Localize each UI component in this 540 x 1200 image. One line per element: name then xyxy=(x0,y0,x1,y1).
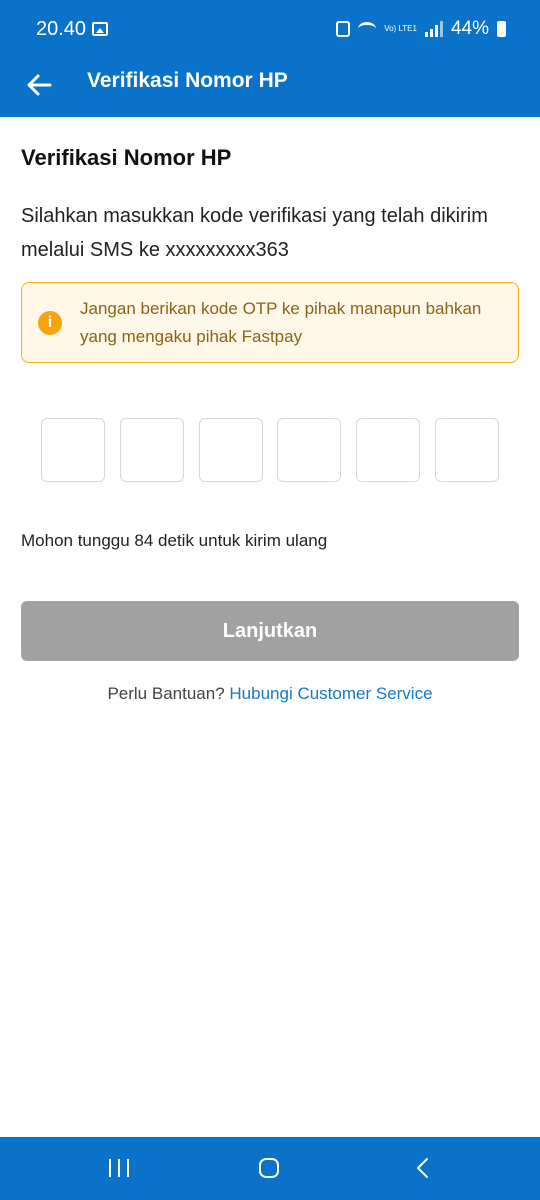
status-bar: 20.40 Vo) LTE1 44% xyxy=(0,0,540,58)
info-icon: i xyxy=(38,311,62,335)
volte-icon: Vo) LTE1 xyxy=(384,24,417,33)
battery-icon xyxy=(497,21,506,37)
app-bar-title: Verifikasi Nomor HP xyxy=(87,69,288,92)
continue-button[interactable]: Lanjutkan xyxy=(21,601,519,661)
help-prefix: Perlu Bantuan? xyxy=(107,684,225,703)
resend-countdown: Mohon tunggu 84 detik untuk kirim ulang xyxy=(21,531,328,550)
arrow-left-icon[interactable] xyxy=(24,70,54,100)
otp-digit-3[interactable] xyxy=(199,418,263,482)
system-nav-bar xyxy=(0,1137,540,1200)
otp-digit-4[interactable] xyxy=(277,418,341,482)
status-icons: Vo) LTE1 44% xyxy=(336,18,506,40)
page-title: Verifikasi Nomor HP xyxy=(21,145,232,170)
status-time: 20.40 xyxy=(36,18,87,40)
gallery-icon xyxy=(92,22,108,36)
otp-digit-6[interactable] xyxy=(435,418,499,482)
otp-warning-text: Jangan berikan kode OTP ke pihak manapun… xyxy=(80,299,482,346)
wifi-icon xyxy=(358,22,377,36)
otp-input-row xyxy=(41,418,499,482)
otp-digit-1[interactable] xyxy=(41,418,105,482)
otp-digit-5[interactable] xyxy=(356,418,420,482)
signal-icon xyxy=(424,21,443,37)
app-bar: Verifikasi Nomor HP xyxy=(0,58,540,117)
customer-service-link[interactable]: Hubungi Customer Service xyxy=(229,684,432,703)
home-icon[interactable] xyxy=(259,1158,279,1178)
back-icon[interactable] xyxy=(413,1157,433,1179)
verification-description: Silahkan masukkan kode verifikasi yang t… xyxy=(21,205,488,261)
battery-percent: 44% xyxy=(450,18,489,39)
recent-apps-icon[interactable] xyxy=(109,1159,129,1177)
otp-digit-2[interactable] xyxy=(120,418,184,482)
otp-warning-box: i Jangan berikan kode OTP ke pihak manap… xyxy=(21,282,519,363)
help-text: Perlu Bantuan? Hubungi Customer Service xyxy=(0,684,540,704)
alarm-icon xyxy=(336,21,351,37)
